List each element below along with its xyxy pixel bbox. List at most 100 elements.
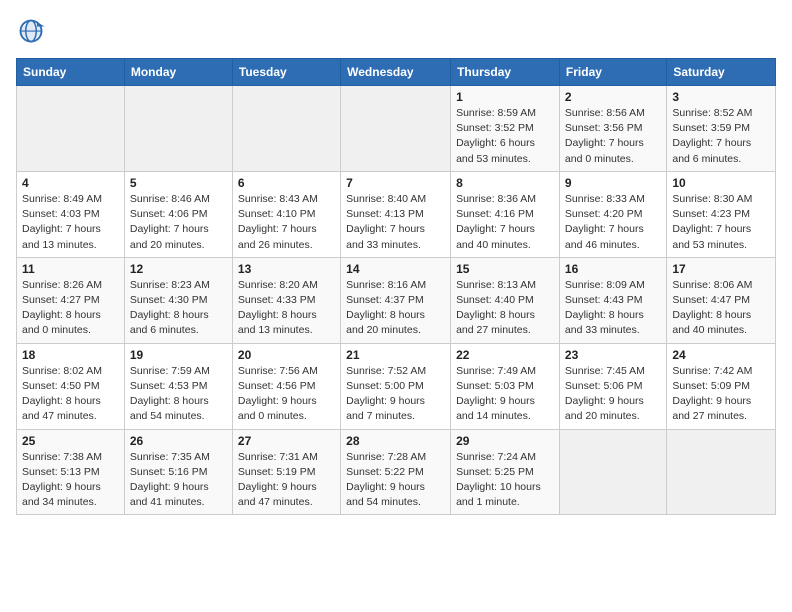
day-number: 29 <box>456 434 554 448</box>
day-info: Sunrise: 8:09 AMSunset: 4:43 PMDaylight:… <box>565 278 661 339</box>
day-info: Sunrise: 8:46 AMSunset: 4:06 PMDaylight:… <box>130 192 227 253</box>
day-number: 22 <box>456 348 554 362</box>
day-info: Sunrise: 7:59 AMSunset: 4:53 PMDaylight:… <box>130 364 227 425</box>
day-cell <box>124 86 232 172</box>
day-number: 11 <box>22 262 119 276</box>
day-info: Sunrise: 7:49 AMSunset: 5:03 PMDaylight:… <box>456 364 554 425</box>
header-wednesday: Wednesday <box>341 59 451 86</box>
day-info: Sunrise: 8:23 AMSunset: 4:30 PMDaylight:… <box>130 278 227 339</box>
day-number: 26 <box>130 434 227 448</box>
day-cell: 10 Sunrise: 8:30 AMSunset: 4:23 PMDayligh… <box>667 171 776 257</box>
day-number: 15 <box>456 262 554 276</box>
week-row-4: 25 Sunrise: 7:38 AMSunset: 5:13 PMDayligh… <box>17 429 776 515</box>
page-header <box>16 16 776 46</box>
day-cell: 19 Sunrise: 7:59 AMSunset: 4:53 PMDayligh… <box>124 343 232 429</box>
week-row-0: 1 Sunrise: 8:59 AMSunset: 3:52 PMDaylight… <box>17 86 776 172</box>
day-cell: 4Sunrise: 8:49 AMSunset: 4:03 PMDaylight… <box>17 171 125 257</box>
day-cell: 2 Sunrise: 8:56 AMSunset: 3:56 PMDaylight… <box>559 86 666 172</box>
day-number: 2 <box>565 90 661 104</box>
day-info: Sunrise: 7:38 AMSunset: 5:13 PMDaylight:… <box>22 450 119 511</box>
day-info: Sunrise: 8:06 AMSunset: 4:47 PMDaylight:… <box>672 278 770 339</box>
header-sunday: Sunday <box>17 59 125 86</box>
day-info: Sunrise: 8:26 AMSunset: 4:27 PMDaylight:… <box>22 278 119 339</box>
day-cell: 25 Sunrise: 7:38 AMSunset: 5:13 PMDayligh… <box>17 429 125 515</box>
day-cell: 15 Sunrise: 8:13 AMSunset: 4:40 PMDayligh… <box>451 257 560 343</box>
calendar-table: SundayMondayTuesdayWednesdayThursdayFrid… <box>16 58 776 515</box>
day-info: Sunrise: 8:43 AMSunset: 4:10 PMDaylight:… <box>238 192 335 253</box>
logo <box>16 16 50 46</box>
day-number: 14 <box>346 262 445 276</box>
day-number: 10 <box>672 176 770 190</box>
day-number: 9 <box>565 176 661 190</box>
day-info: Sunrise: 8:16 AMSunset: 4:37 PMDaylight:… <box>346 278 445 339</box>
week-row-2: 11 Sunrise: 8:26 AMSunset: 4:27 PMDayligh… <box>17 257 776 343</box>
day-number: 19 <box>130 348 227 362</box>
day-info: Sunrise: 8:56 AMSunset: 3:56 PMDaylight:… <box>565 106 661 167</box>
day-number: 16 <box>565 262 661 276</box>
day-cell: 7 Sunrise: 8:40 AMSunset: 4:13 PMDaylight… <box>341 171 451 257</box>
header-saturday: Saturday <box>667 59 776 86</box>
day-number: 25 <box>22 434 119 448</box>
day-number: 17 <box>672 262 770 276</box>
day-cell: 24 Sunrise: 7:42 AMSunset: 5:09 PMDayligh… <box>667 343 776 429</box>
day-info: Sunrise: 8:30 AMSunset: 4:23 PMDaylight:… <box>672 192 770 253</box>
day-cell <box>341 86 451 172</box>
day-info: Sunrise: 7:24 AMSunset: 5:25 PMDaylight:… <box>456 450 554 511</box>
week-row-1: 4Sunrise: 8:49 AMSunset: 4:03 PMDaylight… <box>17 171 776 257</box>
header-monday: Monday <box>124 59 232 86</box>
day-number: 7 <box>346 176 445 190</box>
day-number: 23 <box>565 348 661 362</box>
day-cell <box>667 429 776 515</box>
day-number: 27 <box>238 434 335 448</box>
header-thursday: Thursday <box>451 59 560 86</box>
day-info: Sunrise: 7:28 AMSunset: 5:22 PMDaylight:… <box>346 450 445 511</box>
day-number: 3 <box>672 90 770 104</box>
day-cell: 29 Sunrise: 7:24 AMSunset: 5:25 PMDayligh… <box>451 429 560 515</box>
day-cell: 16 Sunrise: 8:09 AMSunset: 4:43 PMDayligh… <box>559 257 666 343</box>
day-cell: 18 Sunrise: 8:02 AMSunset: 4:50 PMDayligh… <box>17 343 125 429</box>
header-tuesday: Tuesday <box>232 59 340 86</box>
day-cell: 5 Sunrise: 8:46 AMSunset: 4:06 PMDaylight… <box>124 171 232 257</box>
day-info: Sunrise: 7:52 AMSunset: 5:00 PMDaylight:… <box>346 364 445 425</box>
day-info: Sunrise: 8:02 AMSunset: 4:50 PMDaylight:… <box>22 364 119 425</box>
day-cell: 27Sunrise: 7:31 AMSunset: 5:19 PMDayligh… <box>232 429 340 515</box>
day-info: Sunrise: 8:59 AMSunset: 3:52 PMDaylight:… <box>456 106 554 167</box>
day-number: 24 <box>672 348 770 362</box>
day-cell: 22 Sunrise: 7:49 AMSunset: 5:03 PMDayligh… <box>451 343 560 429</box>
header-row: SundayMondayTuesdayWednesdayThursdayFrid… <box>17 59 776 86</box>
day-number: 18 <box>22 348 119 362</box>
day-cell: 12 Sunrise: 8:23 AMSunset: 4:30 PMDayligh… <box>124 257 232 343</box>
day-cell: 9 Sunrise: 8:33 AMSunset: 4:20 PMDaylight… <box>559 171 666 257</box>
day-info: Sunrise: 7:42 AMSunset: 5:09 PMDaylight:… <box>672 364 770 425</box>
day-info: Sunrise: 8:40 AMSunset: 4:13 PMDaylight:… <box>346 192 445 253</box>
day-info: Sunrise: 8:13 AMSunset: 4:40 PMDaylight:… <box>456 278 554 339</box>
day-cell <box>559 429 666 515</box>
day-cell: 1 Sunrise: 8:59 AMSunset: 3:52 PMDaylight… <box>451 86 560 172</box>
day-number: 4 <box>22 176 119 190</box>
day-number: 6 <box>238 176 335 190</box>
day-cell: 20Sunrise: 7:56 AMSunset: 4:56 PMDayligh… <box>232 343 340 429</box>
day-number: 13 <box>238 262 335 276</box>
day-cell: 6 Sunrise: 8:43 AMSunset: 4:10 PMDaylight… <box>232 171 340 257</box>
day-info: Sunrise: 7:35 AMSunset: 5:16 PMDaylight:… <box>130 450 227 511</box>
week-row-3: 18 Sunrise: 8:02 AMSunset: 4:50 PMDayligh… <box>17 343 776 429</box>
logo-icon <box>16 16 46 46</box>
header-friday: Friday <box>559 59 666 86</box>
day-number: 8 <box>456 176 554 190</box>
day-number: 12 <box>130 262 227 276</box>
day-cell: 17 Sunrise: 8:06 AMSunset: 4:47 PMDayligh… <box>667 257 776 343</box>
day-info: Sunrise: 7:56 AMSunset: 4:56 PMDaylight:… <box>238 364 335 425</box>
day-cell <box>232 86 340 172</box>
day-cell: 11 Sunrise: 8:26 AMSunset: 4:27 PMDayligh… <box>17 257 125 343</box>
day-info: Sunrise: 8:33 AMSunset: 4:20 PMDaylight:… <box>565 192 661 253</box>
calendar-header: SundayMondayTuesdayWednesdayThursdayFrid… <box>17 59 776 86</box>
day-number: 21 <box>346 348 445 362</box>
day-cell: 23Sunrise: 7:45 AMSunset: 5:06 PMDayligh… <box>559 343 666 429</box>
day-cell: 26 Sunrise: 7:35 AMSunset: 5:16 PMDayligh… <box>124 429 232 515</box>
day-cell: 13Sunrise: 8:20 AMSunset: 4:33 PMDayligh… <box>232 257 340 343</box>
day-cell: 8Sunrise: 8:36 AMSunset: 4:16 PMDaylight… <box>451 171 560 257</box>
day-number: 28 <box>346 434 445 448</box>
day-number: 5 <box>130 176 227 190</box>
day-cell: 21 Sunrise: 7:52 AMSunset: 5:00 PMDayligh… <box>341 343 451 429</box>
day-number: 1 <box>456 90 554 104</box>
